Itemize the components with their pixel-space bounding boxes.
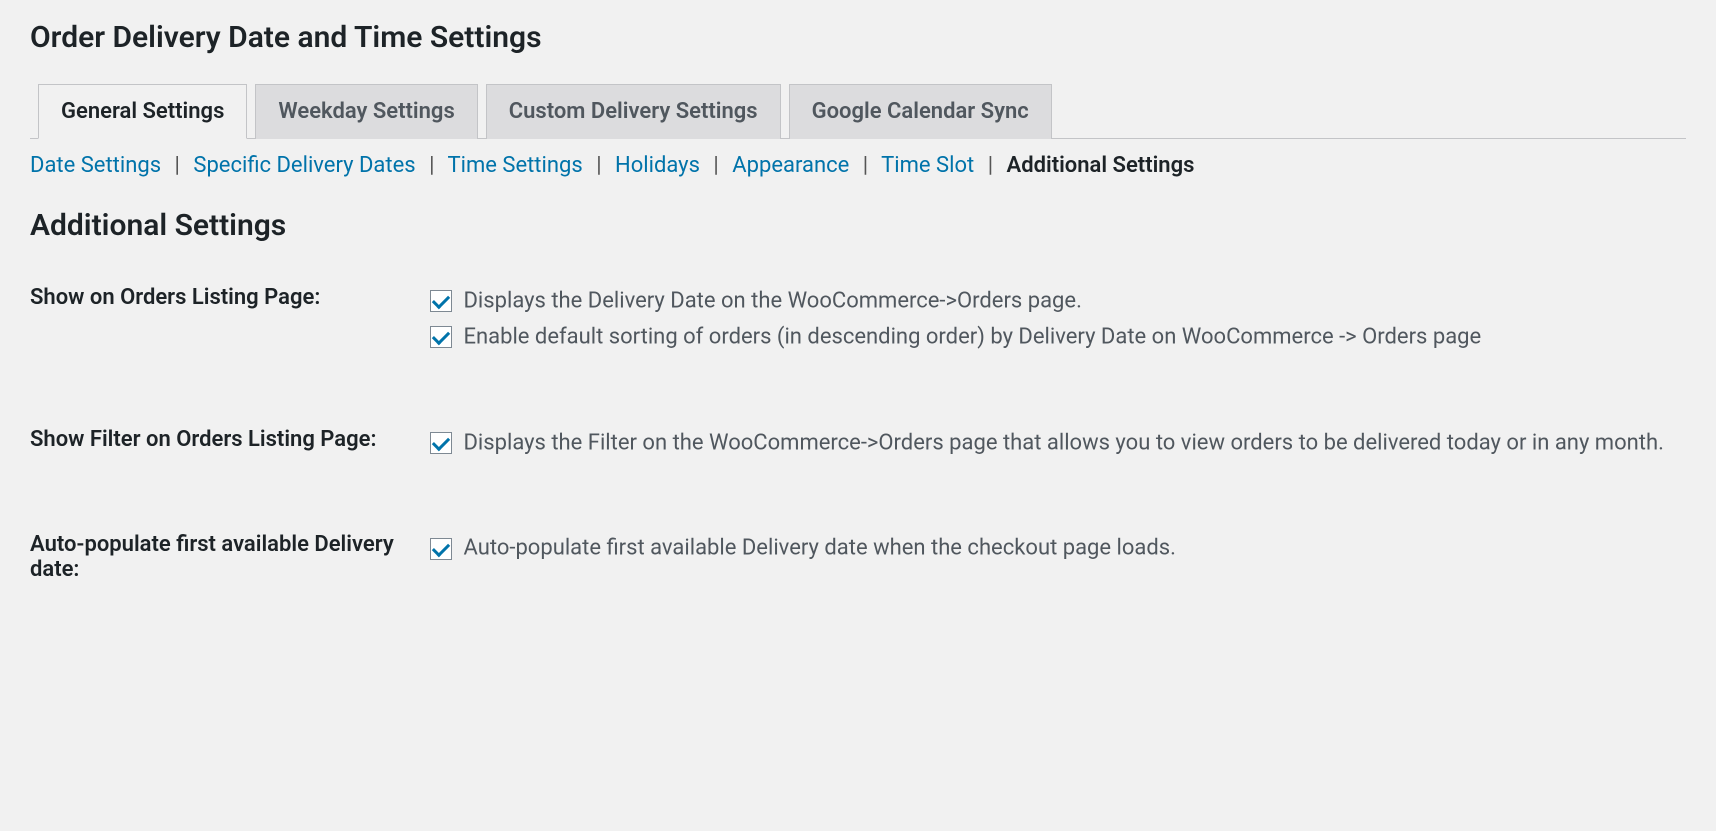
field-label: Show Filter on Orders Listing Page: (30, 425, 430, 452)
subnav-time-settings[interactable]: Time Settings (447, 153, 582, 178)
checkbox-show-delivery-date[interactable] (430, 290, 452, 312)
checkbox-show-filter[interactable] (430, 432, 452, 454)
separator: | (596, 153, 601, 178)
subnav-specific-delivery-dates[interactable]: Specific Delivery Dates (193, 153, 415, 178)
section-title: Additional Settings (30, 208, 1686, 243)
tab-wrapper: General Settings Weekday Settings Custom… (30, 83, 1686, 139)
subnav-additional-settings: Additional Settings (1007, 153, 1195, 178)
checkbox-description: Displays the Delivery Date on the WooCom… (463, 289, 1081, 314)
checkbox-auto-populate[interactable] (430, 538, 452, 560)
checkbox-option[interactable]: Auto-populate first available Delivery d… (430, 530, 1686, 566)
separator: | (988, 153, 993, 178)
subnav-holidays[interactable]: Holidays (615, 153, 700, 178)
checkbox-option[interactable]: Displays the Filter on the WooCommerce->… (430, 425, 1686, 461)
separator: | (175, 153, 180, 178)
checkbox-description: Auto-populate first available Delivery d… (463, 536, 1175, 561)
checkbox-option[interactable]: Enable default sorting of orders (in des… (430, 319, 1686, 355)
field-input: Displays the Filter on the WooCommerce->… (430, 425, 1686, 461)
tab-custom-delivery-settings[interactable]: Custom Delivery Settings (486, 84, 781, 139)
tab-general-settings[interactable]: General Settings (38, 84, 247, 139)
subnav-date-settings[interactable]: Date Settings (30, 153, 161, 178)
tab-weekday-settings[interactable]: Weekday Settings (255, 84, 477, 139)
separator: | (863, 153, 868, 178)
checkbox-enable-default-sorting[interactable] (430, 326, 452, 348)
subnav-appearance[interactable]: Appearance (732, 153, 849, 178)
tab-google-calendar-sync[interactable]: Google Calendar Sync (789, 84, 1052, 139)
field-label: Auto-populate first available Delivery d… (30, 530, 430, 582)
field-auto-populate: Auto-populate first available Delivery d… (30, 530, 1686, 582)
checkbox-description: Displays the Filter on the WooCommerce->… (463, 430, 1663, 455)
field-input: Displays the Delivery Date on the WooCom… (430, 283, 1686, 355)
checkbox-option[interactable]: Displays the Delivery Date on the WooCom… (430, 283, 1686, 319)
separator: | (429, 153, 434, 178)
field-show-filter: Show Filter on Orders Listing Page: Disp… (30, 425, 1686, 461)
page-title: Order Delivery Date and Time Settings (30, 20, 1686, 55)
separator: | (713, 153, 718, 178)
field-input: Auto-populate first available Delivery d… (430, 530, 1686, 566)
checkbox-description: Enable default sorting of orders (in des… (463, 324, 1481, 349)
subnav: Date Settings | Specific Delivery Dates … (30, 153, 1686, 178)
field-show-on-orders: Show on Orders Listing Page: Displays th… (30, 283, 1686, 355)
subnav-time-slot[interactable]: Time Slot (881, 153, 974, 178)
field-label: Show on Orders Listing Page: (30, 283, 430, 310)
